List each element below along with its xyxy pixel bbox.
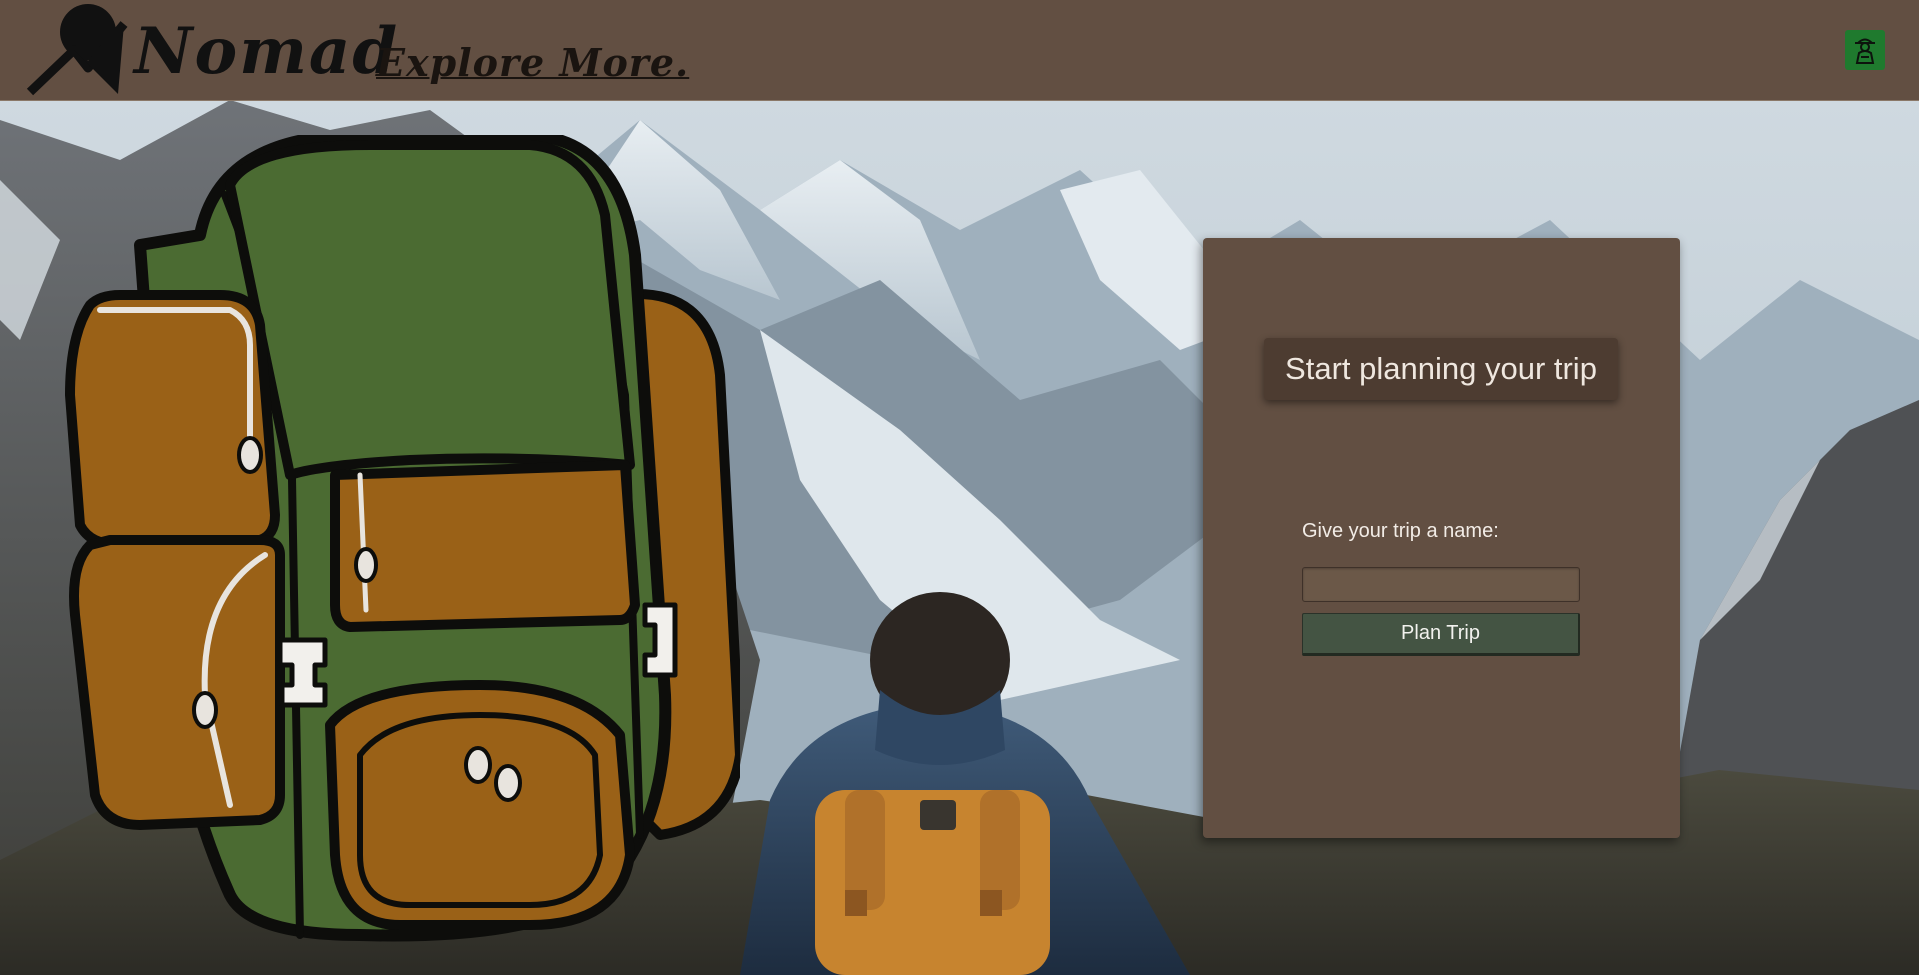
top-navbar: Nomad Explore More. [0, 0, 1919, 101]
brand-tagline: Explore More. [376, 40, 690, 85]
backpack-illustration [65, 135, 740, 942]
nomad-logo[interactable]: Nomad [26, 2, 397, 97]
trip-name-input[interactable] [1302, 567, 1580, 602]
hiker-icon [1855, 38, 1875, 64]
plan-trip-button[interactable]: Plan Trip [1302, 613, 1580, 656]
trip-planner-card: Start planning your trip Give your trip … [1203, 238, 1680, 838]
logo-wordmark: Nomad [134, 14, 400, 89]
mountain-logo-icon [26, 4, 128, 96]
card-heading: Start planning your trip [1264, 338, 1618, 400]
trip-name-label: Give your trip a name: [1302, 520, 1499, 542]
profile-button[interactable] [1845, 30, 1885, 70]
